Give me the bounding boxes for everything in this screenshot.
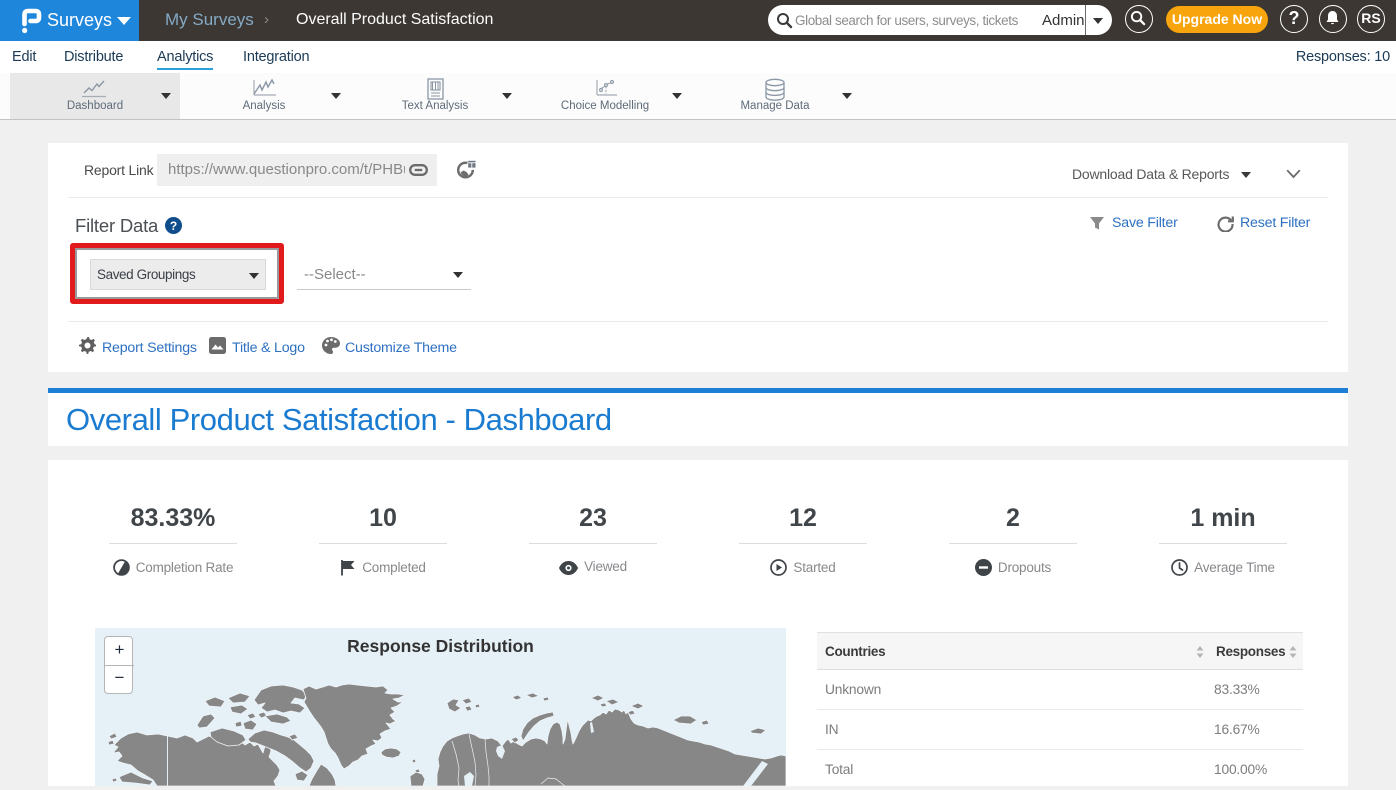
svg-text:?: ? bbox=[170, 219, 177, 233]
